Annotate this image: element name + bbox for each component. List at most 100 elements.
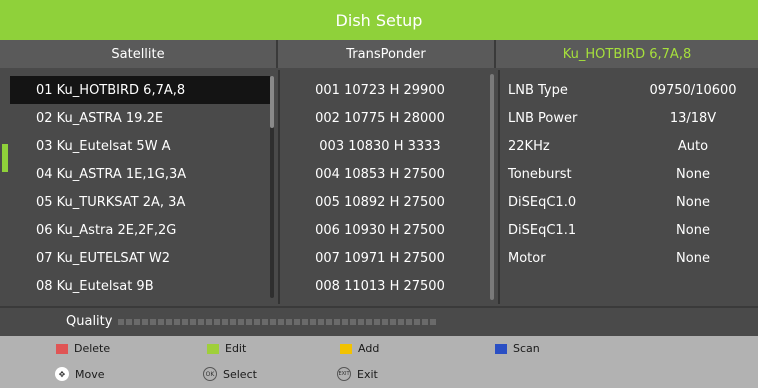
column-headers: Satellite TransPonder Ku_HOTBIRD 6,7A,8 <box>0 40 758 68</box>
setting-label: DiSEqC1.1 <box>508 222 577 238</box>
setting-label: LNB Power <box>508 110 578 126</box>
transponder-item[interactable]: 002 10775 H 28000 <box>280 104 480 132</box>
quality-segment <box>310 319 316 325</box>
quality-segment <box>358 319 364 325</box>
quality-segment <box>230 319 236 325</box>
transponder-list: 001 10723 H 29900 002 10775 H 28000 003 … <box>280 70 498 304</box>
transponder-header: TransPonder <box>278 40 496 68</box>
quality-bar: Quality <box>0 306 758 336</box>
setting-label: Motor <box>508 250 546 266</box>
select-legend[interactable]: OK Select <box>203 367 257 381</box>
quality-label: Quality <box>66 314 113 329</box>
toneburst-row[interactable]: Toneburst None <box>508 160 748 188</box>
quality-segment <box>206 319 212 325</box>
quality-segment <box>414 319 420 325</box>
delete-legend[interactable]: Delete <box>56 342 110 355</box>
transponder-item[interactable]: 008 11013 H 27500 <box>280 272 480 300</box>
transponder-item[interactable]: 004 10853 H 27500 <box>280 160 480 188</box>
quality-segment <box>166 319 172 325</box>
quality-segment <box>366 319 372 325</box>
setting-value: Auto <box>677 138 709 154</box>
satellite-item[interactable]: 03 Ku_Eutelsat 5W A <box>10 132 270 160</box>
scan-legend[interactable]: Scan <box>495 342 540 355</box>
quality-segment <box>262 319 268 325</box>
quality-segment <box>150 319 156 325</box>
quality-segment <box>318 319 324 325</box>
satellite-scrollbar[interactable] <box>270 76 274 298</box>
setting-value: None <box>676 222 710 238</box>
selection-marker <box>2 144 8 172</box>
lnb-power-row[interactable]: LNB Power 13/18V <box>508 104 748 132</box>
quality-segment <box>334 319 340 325</box>
setting-value: None <box>676 194 710 210</box>
green-square-icon <box>207 343 219 354</box>
quality-segment <box>398 319 404 325</box>
quality-segment <box>246 319 252 325</box>
quality-segment <box>126 319 132 325</box>
quality-segment <box>278 319 284 325</box>
setting-value: 13/18V <box>669 110 717 126</box>
satellite-item[interactable]: 06 Ku_Astra 2E,2F,2G <box>10 216 270 244</box>
motor-row[interactable]: Motor None <box>508 244 748 272</box>
satellite-item[interactable]: 08 Ku_Eutelsat 9B <box>10 272 270 300</box>
quality-segment <box>374 319 380 325</box>
quality-segment <box>406 319 412 325</box>
yellow-square-icon <box>340 343 352 354</box>
transponder-item[interactable]: 001 10723 H 29900 <box>280 76 480 104</box>
transponder-item[interactable]: 003 10830 H 3333 <box>280 132 480 160</box>
satellite-header: Satellite <box>0 40 278 68</box>
quality-segment <box>238 319 244 325</box>
lnb-title-header: Ku_HOTBIRD 6,7A,8 <box>562 46 692 62</box>
quality-segment <box>326 319 332 325</box>
blue-square-icon <box>495 343 507 354</box>
satellite-item[interactable]: 02 Ku_ASTRA 19.2E <box>10 104 270 132</box>
setting-value: 09750/10600 <box>649 82 737 98</box>
quality-segment <box>174 319 180 325</box>
setting-value: None <box>676 166 710 182</box>
quality-segment <box>222 319 228 325</box>
quality-segment <box>430 319 436 325</box>
transponder-scrollbar[interactable] <box>490 74 494 300</box>
quality-segment <box>254 319 260 325</box>
quality-segment <box>118 319 124 325</box>
satellite-item[interactable]: 01 Ku_HOTBIRD 6,7A,8 <box>10 76 270 104</box>
scroll-thumb[interactable] <box>490 74 494 300</box>
transponder-item[interactable]: 005 10892 H 27500 <box>280 188 480 216</box>
quality-segment <box>342 319 348 325</box>
quality-segment <box>158 319 164 325</box>
exit-button-icon: EXIT <box>337 367 351 381</box>
transponder-item[interactable]: 006 10930 H 27500 <box>280 216 480 244</box>
scroll-thumb[interactable] <box>270 76 274 128</box>
ok-button-icon: OK <box>203 367 217 381</box>
diseqc11-row[interactable]: DiSEqC1.1 None <box>508 216 748 244</box>
satellite-item[interactable]: 04 Ku_ASTRA 1E,1G,3A <box>10 160 270 188</box>
lnb-type-row[interactable]: LNB Type 09750/10600 <box>508 76 748 104</box>
lnb-settings: LNB Type 09750/10600 LNB Power 13/18V 22… <box>500 70 758 304</box>
setting-label: LNB Type <box>508 82 568 98</box>
transponder-item[interactable]: 007 10971 H 27500 <box>280 244 480 272</box>
move-legend[interactable]: ✥ Move <box>55 367 105 381</box>
exit-legend[interactable]: EXIT Exit <box>337 367 378 381</box>
setting-value: None <box>676 250 710 266</box>
satellite-item[interactable]: 07 Ku_EUTELSAT W2 <box>10 244 270 272</box>
quality-segment <box>382 319 388 325</box>
quality-segment <box>142 319 148 325</box>
page-title: Dish Setup <box>0 0 758 40</box>
quality-segment <box>422 319 428 325</box>
add-legend[interactable]: Add <box>340 342 379 355</box>
diseqc10-row[interactable]: DiSEqC1.0 None <box>508 188 748 216</box>
footer-legend: Delete Edit Add Scan ✥ Move OK Select EX… <box>0 336 758 388</box>
quality-segment <box>294 319 300 325</box>
quality-segment <box>302 319 308 325</box>
quality-segment <box>270 319 276 325</box>
edit-legend[interactable]: Edit <box>207 342 246 355</box>
satellite-item[interactable]: 05 Ku_TURKSAT 2A, 3A <box>10 188 270 216</box>
setting-label: Toneburst <box>508 166 572 182</box>
satellite-list: 01 Ku_HOTBIRD 6,7A,8 02 Ku_ASTRA 19.2E 0… <box>0 70 278 304</box>
setting-label: 22KHz <box>508 138 550 154</box>
quality-meter <box>118 319 436 325</box>
22khz-row[interactable]: 22KHz Auto <box>508 132 748 160</box>
red-square-icon <box>56 343 68 354</box>
setting-label: DiSEqC1.0 <box>508 194 577 210</box>
quality-segment <box>390 319 396 325</box>
